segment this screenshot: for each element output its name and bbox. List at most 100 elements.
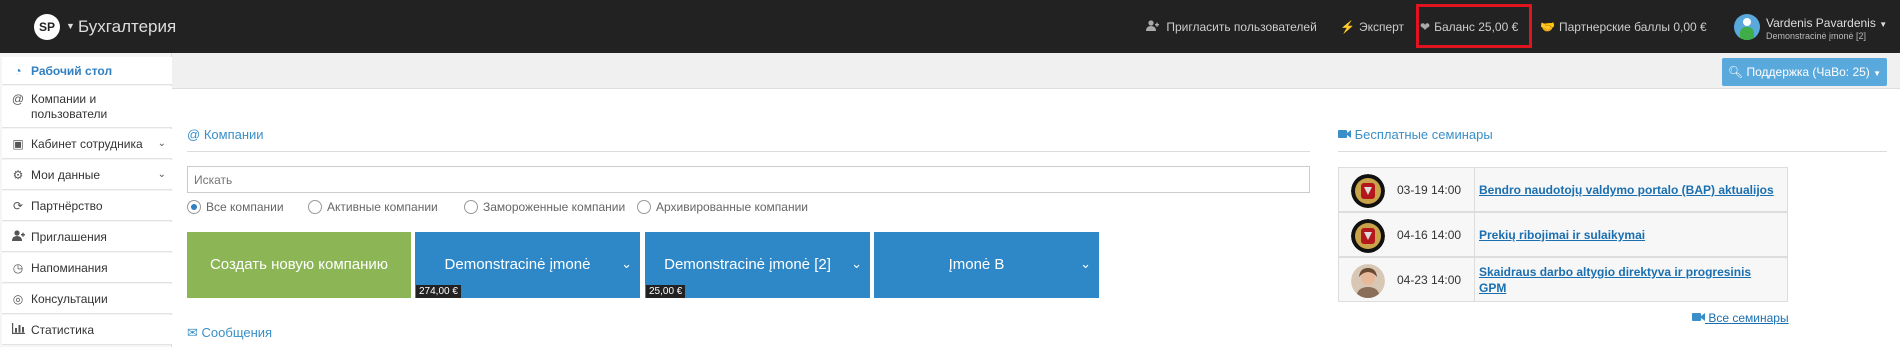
sidebar-item-employee-cabinet[interactable]: ▣ Кабинет сотрудника ⌄ (2, 129, 172, 159)
seminars-section-title: Бесплатные семинары (1338, 127, 1493, 142)
partner-points-label: Партнерские баллы 0,00 € (1558, 20, 1707, 34)
user-name: Vardenis Pavardenis (1766, 16, 1876, 30)
chevron-down-icon: ▼ (1873, 69, 1882, 78)
radio-icon (464, 200, 478, 214)
company-balance-badge: 25,00 € (646, 285, 686, 298)
chevron-down-icon[interactable]: ⌄ (1080, 256, 1091, 272)
companies-title: Компании (203, 127, 264, 142)
sidebar-item-label: Мои данные (31, 168, 101, 182)
sidebar-item-label: Консультации (31, 292, 108, 306)
seminar-link[interactable]: Bendro naudotojų valdymo portalo (BAP) a… (1479, 182, 1779, 198)
user-plus-icon (1146, 20, 1162, 34)
user-company: Demonstracinė įmonė [2] (1766, 31, 1867, 41)
sidebar-item-label: Статистика (31, 323, 95, 337)
seminar-emblem-image (1351, 174, 1385, 208)
user-avatar[interactable] (1734, 14, 1760, 40)
radio-icon (637, 200, 651, 214)
video-camera-icon (1692, 311, 1708, 325)
sidebar-item-statistics[interactable]: Статистика (2, 315, 172, 345)
radio-checked-icon (187, 200, 201, 214)
sidebar-item-companies-users[interactable]: @ Компании и пользователи (2, 86, 172, 128)
companies-section-title: @ Компании (187, 127, 264, 142)
sidebar-item-label: Компании и (31, 92, 97, 106)
sidebar-item-label: Напоминания (31, 261, 108, 275)
company-tile-demo-2[interactable]: Demonstracinė įmonė [2] ⌄ 25,00 € (645, 232, 870, 298)
at-icon: @ (11, 92, 25, 106)
chevron-down-icon: ⌄ (157, 169, 166, 180)
id-card-icon: ▣ (12, 137, 24, 151)
all-seminars-link[interactable]: Все семинары (1692, 311, 1789, 325)
seminar-link[interactable]: Prekių ribojimai ir sulaikymai (1479, 227, 1779, 243)
divider (1338, 151, 1887, 152)
sidebar-item-label: Рабочий стол (31, 64, 113, 78)
seminar-row: 03-19 14:00 Bendro naudotojų valdymo por… (1338, 167, 1788, 212)
bar-chart-icon (10, 323, 26, 337)
company-search-input[interactable] (187, 166, 1310, 193)
support-button[interactable]: 🔍︎ Поддержка (ЧаВо: 25) ▼ (1722, 58, 1887, 86)
sidebar-item-partnership[interactable]: ⟳ Партнёрство (2, 191, 172, 221)
main-toolbar (172, 53, 1900, 89)
filter-label: Все компании (206, 200, 284, 214)
expert-label: Эксперт (1358, 20, 1405, 34)
seminar-link[interactable]: Skaidraus darbo altygio direktyva ir pro… (1479, 264, 1779, 296)
support-button-label: Поддержка (ЧаВо: 25) (1746, 65, 1870, 79)
seminars-title: Бесплатные семинары (1354, 127, 1493, 142)
sidebar-item-dashboard[interactable]: ◔ Рабочий стол (2, 57, 172, 85)
bolt-icon: ⚡ (1340, 20, 1355, 34)
invite-users-label: Пригласить пользователей (1166, 20, 1317, 34)
expert-link[interactable]: ⚡ Эксперт (1340, 20, 1404, 34)
app-title[interactable]: Бухгалтерия (78, 17, 176, 37)
seminar-date: 03-19 14:00 (1397, 183, 1462, 197)
messages-title: Сообщения (201, 325, 273, 340)
chevron-down-icon[interactable]: ⌄ (851, 256, 862, 272)
company-tile-label: Demonstracinė įmonė [2] (664, 256, 831, 273)
seminar-row: 04-23 14:00 Skaidraus darbo altygio dire… (1338, 257, 1788, 302)
at-icon: @ (187, 127, 201, 142)
lifebuoy-icon: ◎ (12, 292, 24, 306)
all-seminars-label: Все семинары (1708, 311, 1789, 325)
filter-all-companies[interactable]: Все компании (187, 200, 284, 214)
company-tile-imone-b[interactable]: Įmonė B ⌄ (874, 232, 1099, 298)
sidebar-item-label: Приглашения (31, 230, 107, 244)
sidebar-item-reminders[interactable]: ◷ Напоминания (2, 253, 172, 283)
dashboard-icon: ◔ (14, 64, 22, 78)
handshake-icon: 🤝 (1540, 20, 1555, 34)
company-tile-label: Demonstracinė įmonė (444, 256, 591, 273)
chevron-down-icon: ▼ (1879, 20, 1888, 29)
filter-label: Активные компании (327, 200, 438, 214)
chevron-down-icon[interactable]: ▼ (66, 21, 75, 31)
seminar-row: 04-16 14:00 Prekių ribojimai ir sulaikym… (1338, 212, 1788, 257)
search-icon: 🔍︎ (1727, 65, 1744, 79)
company-tile-label: Įmonė B (948, 256, 1005, 273)
seminar-date: 04-16 14:00 (1397, 228, 1462, 242)
user-menu[interactable]: Vardenis Pavardenis ▼ (1766, 16, 1887, 30)
envelope-icon: ✉ (187, 325, 198, 340)
chevron-down-icon[interactable]: ⌄ (621, 256, 632, 272)
divider (187, 151, 1310, 152)
create-company-button[interactable]: Создать новую компанию (187, 232, 411, 298)
filter-archived-companies[interactable]: Архивированные компании (637, 200, 808, 214)
partner-points-link[interactable]: 🤝 Партнерские баллы 0,00 € (1540, 20, 1707, 34)
sidebar-item-my-data[interactable]: ⚙ Мои данные ⌄ (2, 160, 172, 190)
app-logo[interactable]: SP (34, 14, 60, 40)
invite-users-link[interactable]: Пригласить пользователей (1146, 20, 1317, 34)
seminar-speaker-photo (1351, 264, 1385, 298)
messages-section-title: ✉ Сообщения (187, 325, 272, 341)
filter-frozen-companies[interactable]: Замороженные компании (464, 200, 625, 214)
balance-highlight-box (1416, 4, 1532, 48)
gears-icon: ⚙ (12, 168, 24, 182)
user-plus-icon (10, 230, 26, 244)
sidebar-item-invitations[interactable]: Приглашения (2, 222, 172, 252)
sidebar-item-label: Партнёрство (31, 199, 103, 213)
filter-active-companies[interactable]: Активные компании (308, 200, 438, 214)
filter-label: Замороженные компании (483, 200, 626, 214)
radio-icon (308, 200, 322, 214)
sidebar-item-label: Кабинет сотрудника (31, 137, 143, 151)
seminar-emblem-image (1351, 219, 1385, 253)
sidebar: ◔ Рабочий стол @ Компании и пользователи… (0, 53, 172, 347)
clock-icon: ◷ (12, 261, 24, 275)
company-tile-demo[interactable]: Demonstracinė įmonė ⌄ 274,00 € (415, 232, 640, 298)
sidebar-item-label-line2: пользователи (31, 107, 108, 121)
sidebar-item-consultations[interactable]: ◎ Консультации (2, 284, 172, 314)
top-navbar: SP ▼ Бухгалтерия Пригласить пользователе… (0, 0, 1900, 53)
